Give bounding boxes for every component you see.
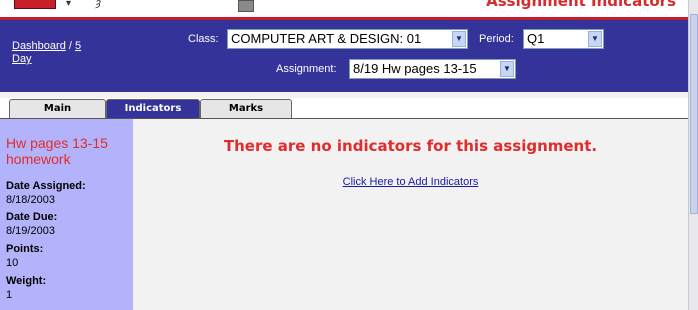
indicators-panel: There are no indicators for this assignm… — [133, 119, 688, 310]
period-label: Period: — [479, 33, 514, 45]
date-assigned-label: Date Assigned: — [6, 180, 86, 192]
assignment-select[interactable]: 8/19 Hw pages 13-15 ▼ — [349, 59, 516, 79]
date-due-value: 8/19/2003 — [6, 225, 55, 237]
period-select[interactable]: Q1 ▼ — [523, 29, 604, 49]
weight-label: Weight: — [6, 275, 47, 287]
assignment-name: Hw pages 13-15 homework — [6, 135, 108, 167]
header-bar: Dashboard / 5 Day Class: COMPUTER ART & … — [0, 20, 688, 92]
points-value: 10 — [6, 257, 19, 269]
tab-marks[interactable]: Marks — [200, 99, 292, 119]
assignment-select-value: 8/19 Hw pages 13-15 — [353, 61, 477, 76]
date-due-label: Date Due: — [6, 211, 58, 223]
breadcrumb: Dashboard / 5 Day — [12, 40, 92, 66]
tab-main[interactable]: Main — [9, 99, 106, 119]
tab-indicators[interactable]: Indicators — [106, 99, 200, 119]
page-title: Assignment Indicators — [486, 0, 676, 10]
no-indicators-message: There are no indicators for this assignm… — [223, 137, 598, 155]
assignment-details-sidebar: Hw pages 13-15 homework Date Assigned: 8… — [0, 119, 133, 310]
chevron-down-icon[interactable]: ▼ — [588, 31, 602, 47]
chevron-down-icon[interactable]: ▼ — [500, 61, 514, 77]
scrollbar-thumb[interactable] — [690, 14, 698, 214]
breadcrumb-separator: / — [65, 40, 75, 52]
period-select-value: Q1 — [527, 31, 545, 46]
tool-icon[interactable]: ȝ — [96, 0, 101, 9]
class-select[interactable]: COMPUTER ART & DESIGN: 01 ▼ — [227, 29, 468, 49]
class-select-value: COMPUTER ART & DESIGN: 01 — [231, 31, 422, 46]
chevron-down-icon[interactable]: ▼ — [452, 31, 466, 47]
top-toolbar-strip: ▾ ȝ Assignment Indicators — [0, 0, 688, 17]
add-indicators-link-text[interactable]: Click Here to Add Indicators — [343, 176, 479, 188]
print-icon[interactable] — [238, 0, 254, 12]
class-label: Class: — [188, 33, 219, 45]
assignment-label: Assignment: — [276, 63, 337, 75]
app-logo[interactable] — [14, 0, 56, 9]
header-separator — [0, 92, 688, 98]
points-label: Points: — [6, 243, 44, 255]
caret-down-icon[interactable]: ▾ — [66, 0, 71, 9]
date-assigned-value: 8/18/2003 — [6, 194, 55, 206]
vertical-scrollbar[interactable] — [688, 0, 698, 310]
breadcrumb-dashboard-link[interactable]: Dashboard — [12, 40, 66, 52]
weight-value: 1 — [6, 289, 13, 301]
add-indicators-link: Click Here to Add Indicators — [133, 176, 688, 188]
